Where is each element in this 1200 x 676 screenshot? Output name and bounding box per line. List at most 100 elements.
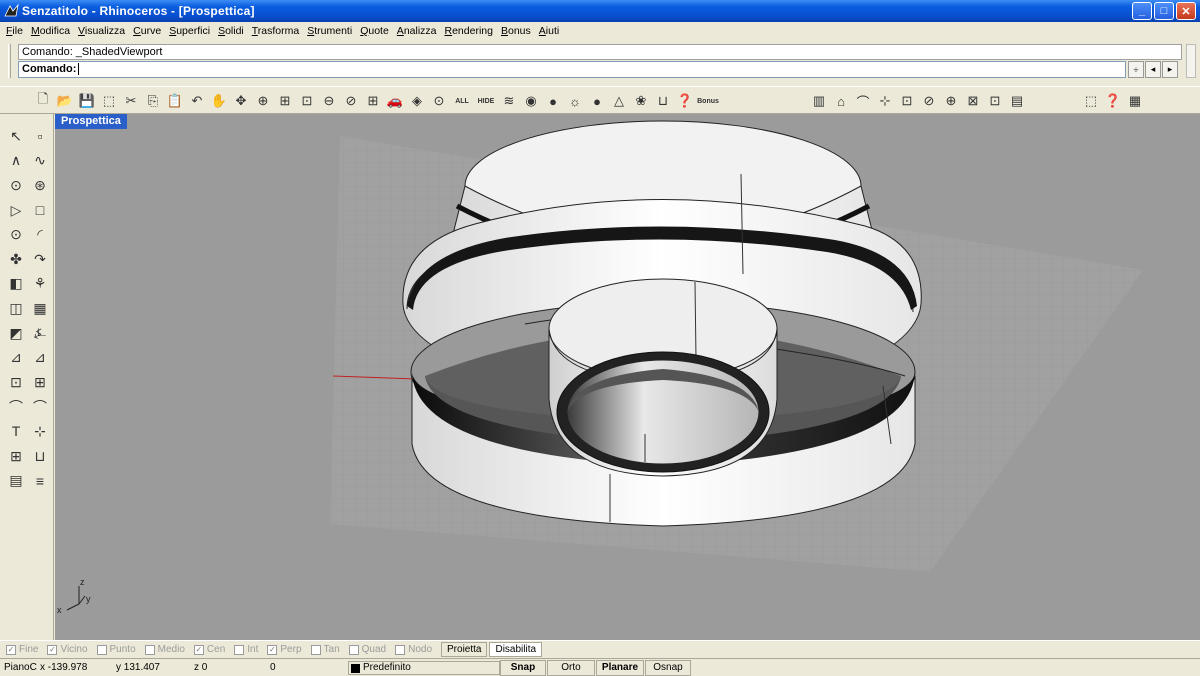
main-tool-23-icon[interactable]: ●: [542, 90, 564, 112]
minimize-button[interactable]: _: [1132, 2, 1152, 20]
current-layer[interactable]: Predefinito: [348, 661, 500, 675]
left-tool-29-icon[interactable]: ≡: [28, 468, 52, 493]
left-tool-4-icon[interactable]: ⊙: [4, 173, 28, 198]
menu-solidi[interactable]: Solidi: [218, 25, 244, 37]
right-tool-7-icon[interactable]: ⊠: [962, 90, 984, 112]
main-tool-1-icon[interactable]: 📂: [54, 90, 76, 112]
left-tool-18-icon[interactable]: ⊿: [4, 345, 28, 370]
far-tool-2-icon[interactable]: ▦: [1124, 90, 1146, 112]
osnap-checkbox[interactable]: ✓: [267, 644, 278, 655]
main-tool-16-icon[interactable]: 🚗: [384, 90, 406, 112]
right-tool-6-icon[interactable]: ⊕: [940, 90, 962, 112]
right-tool-8-icon[interactable]: ⊡: [984, 90, 1006, 112]
osnap-quad[interactable]: Quad: [348, 644, 386, 655]
command-gripper[interactable]: [8, 44, 11, 78]
right-tool-3-icon[interactable]: ⊹: [874, 90, 896, 112]
left-tool-27-icon[interactable]: ⊔: [28, 444, 52, 469]
main-tool-19-icon[interactable]: ALL: [450, 90, 474, 112]
osnap-checkbox[interactable]: [96, 644, 107, 655]
menu-strumenti[interactable]: Strumenti: [307, 25, 352, 37]
left-tool-23-icon[interactable]: ⌒: [28, 395, 52, 420]
left-tool-2-icon[interactable]: ∧: [4, 149, 28, 174]
left-tool-10-icon[interactable]: ✤: [4, 247, 28, 272]
main-tool-21-icon[interactable]: ≋: [498, 90, 520, 112]
main-tool-27-icon[interactable]: ❀: [630, 90, 652, 112]
osnap-perp[interactable]: ✓ Perp: [267, 644, 302, 655]
menu-aiuti[interactable]: Aiuti: [539, 25, 559, 37]
left-tool-24-icon[interactable]: T: [4, 419, 28, 444]
osnap-cen[interactable]: ✓ Cen: [193, 644, 225, 655]
main-tool-13-icon[interactable]: ⊖: [318, 90, 340, 112]
osnap-toggle[interactable]: Osnap: [645, 660, 691, 676]
main-tool-25-icon[interactable]: ●: [586, 90, 608, 112]
menu-rendering[interactable]: Rendering: [445, 25, 493, 37]
osnap-tan[interactable]: Tan: [310, 644, 340, 655]
osnap-checkbox[interactable]: [395, 644, 406, 655]
menu-trasforma[interactable]: Trasforma: [252, 25, 299, 37]
left-tool-15-icon[interactable]: ▦: [28, 296, 52, 321]
main-tool-6-icon[interactable]: 📋: [164, 90, 186, 112]
menu-curve[interactable]: Curve: [133, 25, 161, 37]
osnap-vicino[interactable]: ✓ Vicino: [47, 644, 88, 655]
command-input[interactable]: Comando:: [18, 61, 1126, 78]
right-tool-9-icon[interactable]: ▤: [1006, 90, 1028, 112]
revolved-part[interactable]: [402, 120, 922, 527]
osnap-checkbox[interactable]: [234, 644, 245, 655]
command-history-scrollbar[interactable]: [1186, 44, 1196, 78]
left-tool-19-icon[interactable]: ⊿: [28, 345, 52, 370]
main-tool-12-icon[interactable]: ⊡: [296, 90, 318, 112]
left-tool-9-icon[interactable]: ◜: [28, 222, 52, 247]
main-tool-26-icon[interactable]: △: [608, 90, 630, 112]
left-tool-6-icon[interactable]: ▷: [4, 198, 28, 223]
menu-quote[interactable]: Quote: [360, 25, 389, 37]
right-tool-4-icon[interactable]: ⊡: [896, 90, 918, 112]
main-tool-0-icon[interactable]: 🗋: [32, 90, 54, 112]
far-tool-0-icon[interactable]: ⬚: [1080, 90, 1102, 112]
osnap-fine[interactable]: ✓ Fine: [6, 644, 38, 655]
command-spin-icon[interactable]: ÷: [1128, 61, 1144, 78]
main-tool-3-icon[interactable]: ⬚: [98, 90, 120, 112]
scroll-right-icon[interactable]: ▸: [1162, 61, 1178, 78]
main-tool-5-icon[interactable]: ⎘: [142, 90, 164, 112]
left-tool-3-icon[interactable]: ∿: [28, 149, 52, 174]
scroll-left-icon[interactable]: ◂: [1145, 61, 1161, 78]
left-tool-12-icon[interactable]: ◧: [4, 272, 28, 297]
osnap-checkbox[interactable]: ✓: [6, 644, 16, 655]
main-tool-18-icon[interactable]: ⊙: [428, 90, 450, 112]
osnap-checkbox[interactable]: ✓: [193, 644, 204, 655]
planare-toggle[interactable]: Planare: [596, 660, 644, 676]
perspective-viewport[interactable]: x z y Prospettica: [55, 114, 1200, 640]
left-tool-5-icon[interactable]: ⊛: [28, 173, 52, 198]
close-button[interactable]: ✕: [1176, 2, 1196, 20]
main-tool-20-icon[interactable]: HIDE: [474, 90, 498, 112]
left-tool-22-icon[interactable]: ⌒: [4, 395, 28, 420]
rhino-app-icon[interactable]: [4, 3, 20, 19]
osnap-checkbox[interactable]: [348, 644, 359, 655]
main-tool-11-icon[interactable]: ⊞: [274, 90, 296, 112]
right-tool-2-icon[interactable]: ⌒: [852, 90, 874, 112]
menu-analizza[interactable]: Analizza: [397, 25, 437, 37]
osnap-checkbox[interactable]: [144, 644, 155, 655]
main-tool-4-icon[interactable]: ✂: [120, 90, 142, 112]
main-tool-22-icon[interactable]: ◉: [520, 90, 542, 112]
main-tool-30-icon[interactable]: Bonus: [696, 90, 720, 112]
left-tool-0-icon[interactable]: ↖: [4, 124, 28, 149]
left-tool-13-icon[interactable]: ⚘: [28, 272, 52, 297]
osnap-nodo[interactable]: Nodo: [395, 644, 432, 655]
osnap-checkbox[interactable]: [310, 644, 321, 655]
left-tool-21-icon[interactable]: ⊞: [28, 370, 52, 395]
maximize-button[interactable]: □: [1154, 2, 1174, 20]
menu-visualizza[interactable]: Visualizza: [78, 25, 125, 37]
left-tool-14-icon[interactable]: ◫: [4, 296, 28, 321]
menu-bonus[interactable]: Bonus: [501, 25, 531, 37]
main-tool-28-icon[interactable]: ⊔: [652, 90, 674, 112]
left-tool-16-icon[interactable]: ◩: [4, 321, 28, 346]
left-tool-20-icon[interactable]: ⊡: [4, 370, 28, 395]
left-tool-11-icon[interactable]: ↷: [28, 247, 52, 272]
main-tool-7-icon[interactable]: ↶: [186, 90, 208, 112]
main-tool-24-icon[interactable]: ☼: [564, 90, 586, 112]
left-tool-7-icon[interactable]: □: [28, 198, 52, 223]
osnap-punto[interactable]: Punto: [96, 644, 136, 655]
right-tool-0-icon[interactable]: ▥: [808, 90, 830, 112]
menu-modifica[interactable]: Modifica: [31, 25, 70, 37]
